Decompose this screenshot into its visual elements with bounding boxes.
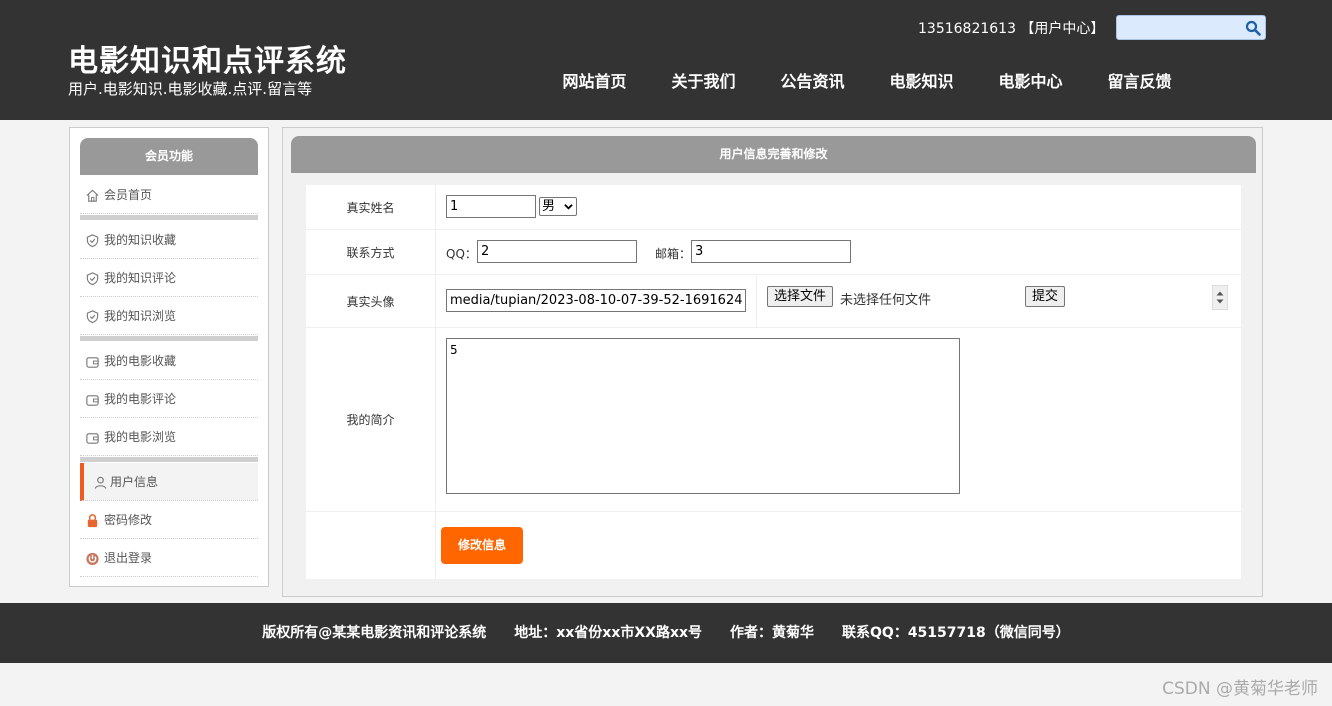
watermark: CSDN @黄菊华老师 [1162, 679, 1318, 699]
real-name-input[interactable] [446, 195, 536, 218]
nav-knowledge[interactable]: 电影知识 [867, 68, 976, 92]
power-icon [86, 552, 99, 566]
spinner-arrows-icon [1216, 291, 1224, 304]
sidebar-item-label: 我的知识浏览 [104, 309, 177, 323]
wallet-icon [86, 433, 99, 444]
shield-icon [86, 234, 99, 248]
sidebar-item-knowledge-comments[interactable]: 我的知识评论 [80, 259, 258, 297]
form-row-submit: 修改信息 [306, 512, 1241, 579]
sidebar-item-label: 会员首页 [104, 188, 153, 202]
sidebar-divider [80, 215, 258, 220]
sidebar-item-label: 用户信息 [110, 475, 159, 489]
sidebar-item-label: 我的知识评论 [104, 271, 177, 285]
avatar-label: 真实头像 [306, 275, 436, 327]
sidebar-item-user-info[interactable]: 用户信息 [80, 463, 258, 501]
lock-icon [87, 514, 98, 528]
sidebar-item-label: 我的电影评论 [104, 392, 177, 406]
panel-title: 用户信息完善和修改 [291, 136, 1256, 173]
sidebar-item-logout[interactable]: 退出登录 [80, 539, 258, 577]
sidebar-item-label: 退出登录 [104, 551, 153, 565]
main-panel: 用户信息完善和修改 真实姓名 男 联系方式 QQ： 邮箱： 真实头像 选择文件 … [282, 127, 1263, 597]
search-box [1116, 15, 1266, 40]
choose-file-button[interactable]: 选择文件 [767, 286, 834, 307]
sidebar-item-movie-comments[interactable]: 我的电影评论 [80, 380, 258, 418]
form-row-avatar: 真实头像 选择文件 未选择任何文件 提交 [306, 275, 1241, 328]
chevron-down-icon [564, 204, 573, 210]
sidebar-item-change-password[interactable]: 密码修改 [80, 501, 258, 539]
sidebar-item-movie-favorites[interactable]: 我的电影收藏 [80, 342, 258, 380]
search-icon[interactable] [1245, 20, 1261, 36]
upload-submit-button[interactable]: 提交 [1025, 286, 1066, 307]
avatar-path-input[interactable] [446, 289, 746, 312]
wallet-icon [86, 357, 99, 368]
empty-label-cell [306, 512, 436, 579]
nav-movies[interactable]: 电影中心 [976, 68, 1085, 92]
form-row-name: 真实姓名 男 [306, 185, 1241, 230]
sidebar-item-label: 密码修改 [104, 513, 153, 527]
sidebar-item-label: 我的知识收藏 [104, 233, 177, 247]
email-input[interactable] [691, 240, 851, 263]
cell-divider [756, 275, 757, 328]
nav-home[interactable]: 网站首页 [540, 68, 649, 92]
sidebar-divider [80, 336, 258, 341]
sidebar-item-label: 我的电影收藏 [104, 354, 177, 368]
site-footer: 版权所有@某某电影资讯和评论系统 地址：xx省份xx市XX路xx号 作者：黄菊华… [0, 603, 1332, 663]
sidebar-item-movie-history[interactable]: 我的电影浏览 [80, 418, 258, 456]
contact-label: 联系方式 [306, 230, 436, 274]
site-title: 电影知识和点评系统 [68, 44, 347, 79]
scroll-spinner[interactable] [1212, 285, 1228, 310]
sidebar-item-label: 我的电影浏览 [104, 430, 177, 444]
form-row-contact: 联系方式 QQ： 邮箱： [306, 230, 1241, 275]
site-subtitle: 用户.电影知识.电影收藏.点评.留言等 [68, 80, 313, 98]
nav-news[interactable]: 公告资讯 [758, 68, 867, 92]
qq-input[interactable] [477, 240, 637, 263]
member-sidebar: 会员功能 会员首页 我的知识收藏 我的知识评论 我的知识浏览 我的电影收藏 我的… [69, 127, 269, 587]
site-header: 电影知识和点评系统 用户.电影知识.电影收藏.点评.留言等 1351682161… [0, 0, 1332, 120]
sidebar-item-member-home[interactable]: 会员首页 [80, 176, 258, 214]
nav-about[interactable]: 关于我们 [649, 68, 758, 92]
sidebar-item-knowledge-favorites[interactable]: 我的知识收藏 [80, 221, 258, 259]
gender-selected: 男 [542, 199, 556, 214]
user-center-link[interactable]: 13516821613 【用户中心】 [918, 18, 1104, 38]
sidebar-item-knowledge-history[interactable]: 我的知识浏览 [80, 297, 258, 335]
sidebar-divider [80, 457, 258, 462]
sidebar-title: 会员功能 [80, 138, 258, 175]
no-file-text: 未选择任何文件 [840, 293, 932, 308]
search-input[interactable] [1117, 16, 1237, 39]
form-row-bio: 我的简介 5 [306, 328, 1241, 512]
qq-label: QQ： [446, 247, 477, 261]
user-icon [94, 476, 107, 489]
name-label: 真实姓名 [306, 185, 436, 229]
email-label: 邮箱： [655, 247, 692, 261]
gender-select[interactable]: 男 [539, 197, 577, 216]
save-profile-button[interactable]: 修改信息 [441, 527, 523, 564]
nav-feedback[interactable]: 留言反馈 [1085, 68, 1194, 92]
home-icon [86, 189, 99, 202]
shield-icon [86, 310, 99, 324]
wallet-icon [86, 395, 99, 406]
shield-icon [86, 272, 99, 286]
user-info-form: 真实姓名 男 联系方式 QQ： 邮箱： 真实头像 选择文件 未选择任何文件 提交 [306, 185, 1241, 579]
bio-label: 我的简介 [306, 328, 436, 511]
main-nav: 网站首页 关于我们 公告资讯 电影知识 电影中心 留言反馈 [540, 68, 1194, 92]
bio-textarea[interactable]: 5 [446, 338, 960, 494]
